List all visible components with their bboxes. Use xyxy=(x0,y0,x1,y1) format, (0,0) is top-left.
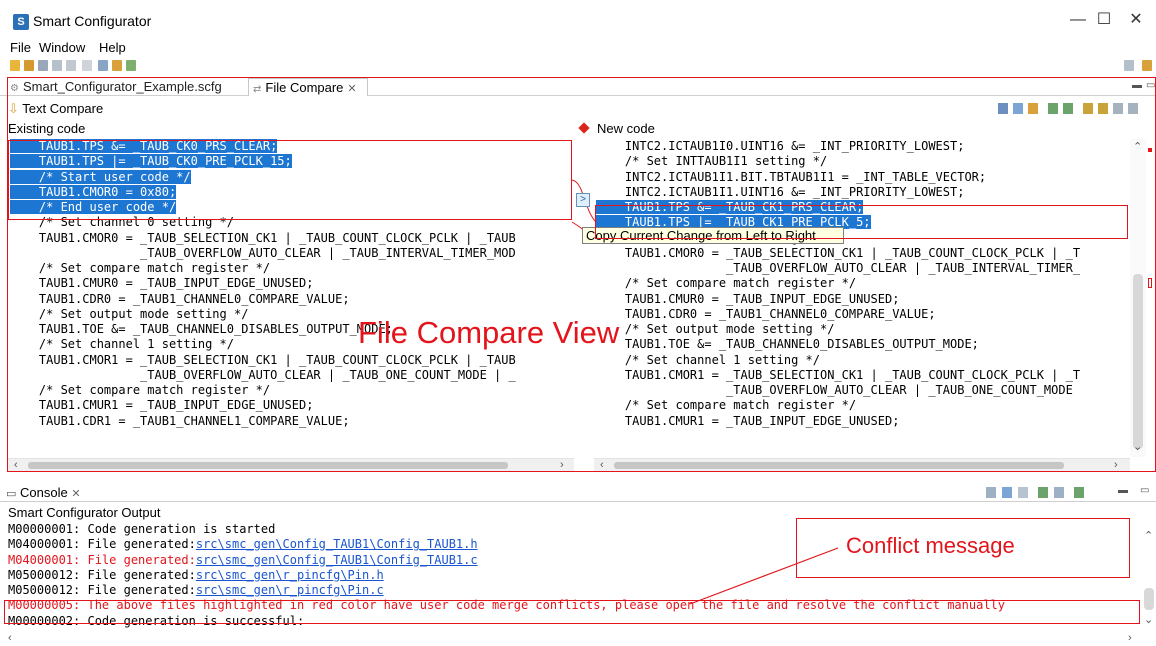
console-message: M05000012: File generated: xyxy=(8,583,196,597)
conflict-line-highlight xyxy=(4,600,1140,624)
scroll-right-icon[interactable]: › xyxy=(1128,632,1132,645)
clear-console-icon[interactable] xyxy=(986,487,996,498)
file-link[interactable]: src\smc_gen\Config_TAUB1\Config_TAUB1.c xyxy=(196,553,478,567)
tab-console[interactable]: ▭ Console ✕ xyxy=(6,485,81,502)
console-line: M05000012: File generated:src\smc_gen\r_… xyxy=(8,583,1128,598)
tab-label: Console xyxy=(20,485,68,500)
console-icon: ▭ xyxy=(6,488,17,500)
close-icon[interactable]: ✕ xyxy=(71,488,80,500)
open-console-icon[interactable] xyxy=(1074,487,1084,498)
pin-console-icon[interactable] xyxy=(1038,487,1048,498)
maximize-view-icon[interactable]: ▭ xyxy=(1140,485,1149,496)
console-message: M04000001: File generated: xyxy=(8,552,196,567)
word-wrap-icon[interactable] xyxy=(1018,487,1028,498)
console-scroll-thumb[interactable] xyxy=(1144,588,1154,610)
scroll-up-icon[interactable]: ⌃ xyxy=(1144,530,1153,543)
console-message: M00000001: Code generation is started xyxy=(8,522,276,536)
console-output-title: Smart Configurator Output xyxy=(8,505,161,520)
console-message: M05000012: File generated: xyxy=(8,567,196,582)
file-link[interactable]: src\smc_gen\Config_TAUB1\Config_TAUB1.h xyxy=(196,537,478,551)
file-link[interactable]: src\smc_gen\r_pincfg\Pin.h xyxy=(196,568,384,582)
file-link[interactable]: src\smc_gen\r_pincfg\Pin.c xyxy=(196,583,384,597)
console-tab-bar: ▭ Console ✕ ▬ ▭ xyxy=(0,484,1156,502)
left-change-highlight xyxy=(8,140,572,220)
conflict-message-annotation: Conflict message xyxy=(846,533,1015,558)
scroll-lock-icon[interactable] xyxy=(1002,487,1012,498)
scroll-left-icon[interactable]: ‹ xyxy=(8,632,12,645)
minimize-view-icon[interactable]: ▬ xyxy=(1118,485,1128,496)
scroll-down-icon[interactable]: ⌄ xyxy=(1144,614,1153,627)
file-compare-view-highlight xyxy=(7,77,1156,472)
file-compare-view-annotation: File Compare View xyxy=(358,315,620,350)
display-console-icon[interactable] xyxy=(1054,487,1064,498)
right-change-highlight xyxy=(595,205,1128,239)
console-message: M04000001: File generated: xyxy=(8,537,196,552)
